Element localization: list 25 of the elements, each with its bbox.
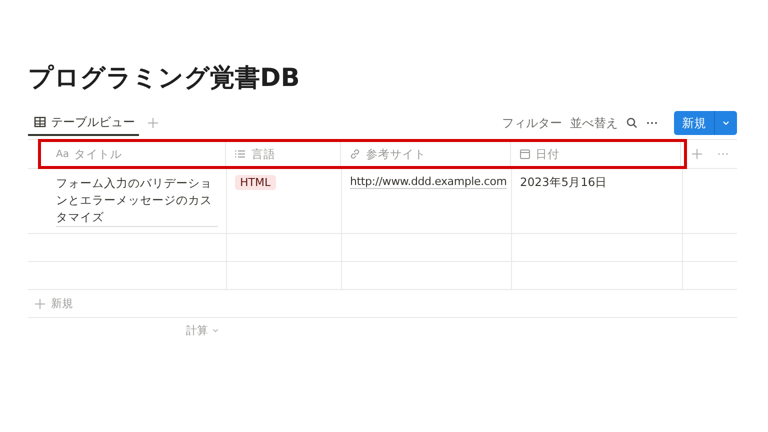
page-title: プログラミング覚書DB [28, 62, 301, 94]
row-title[interactable]: フォーム入力のバリデーションとエラーメッセージのカスタマイズ [56, 175, 218, 227]
plus-icon [34, 298, 46, 310]
url-link[interactable]: http://www.ddd.example.com [350, 175, 507, 189]
filter-button[interactable]: フィルター [502, 114, 562, 132]
add-column-icon[interactable] [690, 148, 703, 160]
calculate-button[interactable]: 計算 [186, 322, 220, 338]
new-row-button[interactable]: 新規 [28, 290, 737, 318]
calendar-icon [518, 148, 531, 160]
column-header[interactable]: 言語 [251, 146, 276, 162]
column-header[interactable]: 日付 [536, 146, 560, 162]
dropdown-button[interactable] [714, 111, 737, 135]
new-button[interactable]: 新規 [674, 111, 714, 135]
type-label: Aa [56, 148, 69, 160]
table-icon [34, 116, 46, 128]
column-header[interactable]: 参考サイト [366, 146, 426, 162]
sort-button[interactable]: 並べ替え [570, 114, 618, 132]
add-view-icon[interactable] [147, 117, 159, 129]
list-icon [234, 148, 246, 160]
view-tab[interactable]: テーブルビュー [28, 110, 139, 136]
column-header[interactable]: タイトル [74, 146, 122, 162]
tag: HTML [235, 175, 276, 190]
search-icon[interactable] [626, 117, 638, 129]
link-icon [349, 148, 362, 160]
date-text: 2023年5月16日 [520, 175, 608, 190]
